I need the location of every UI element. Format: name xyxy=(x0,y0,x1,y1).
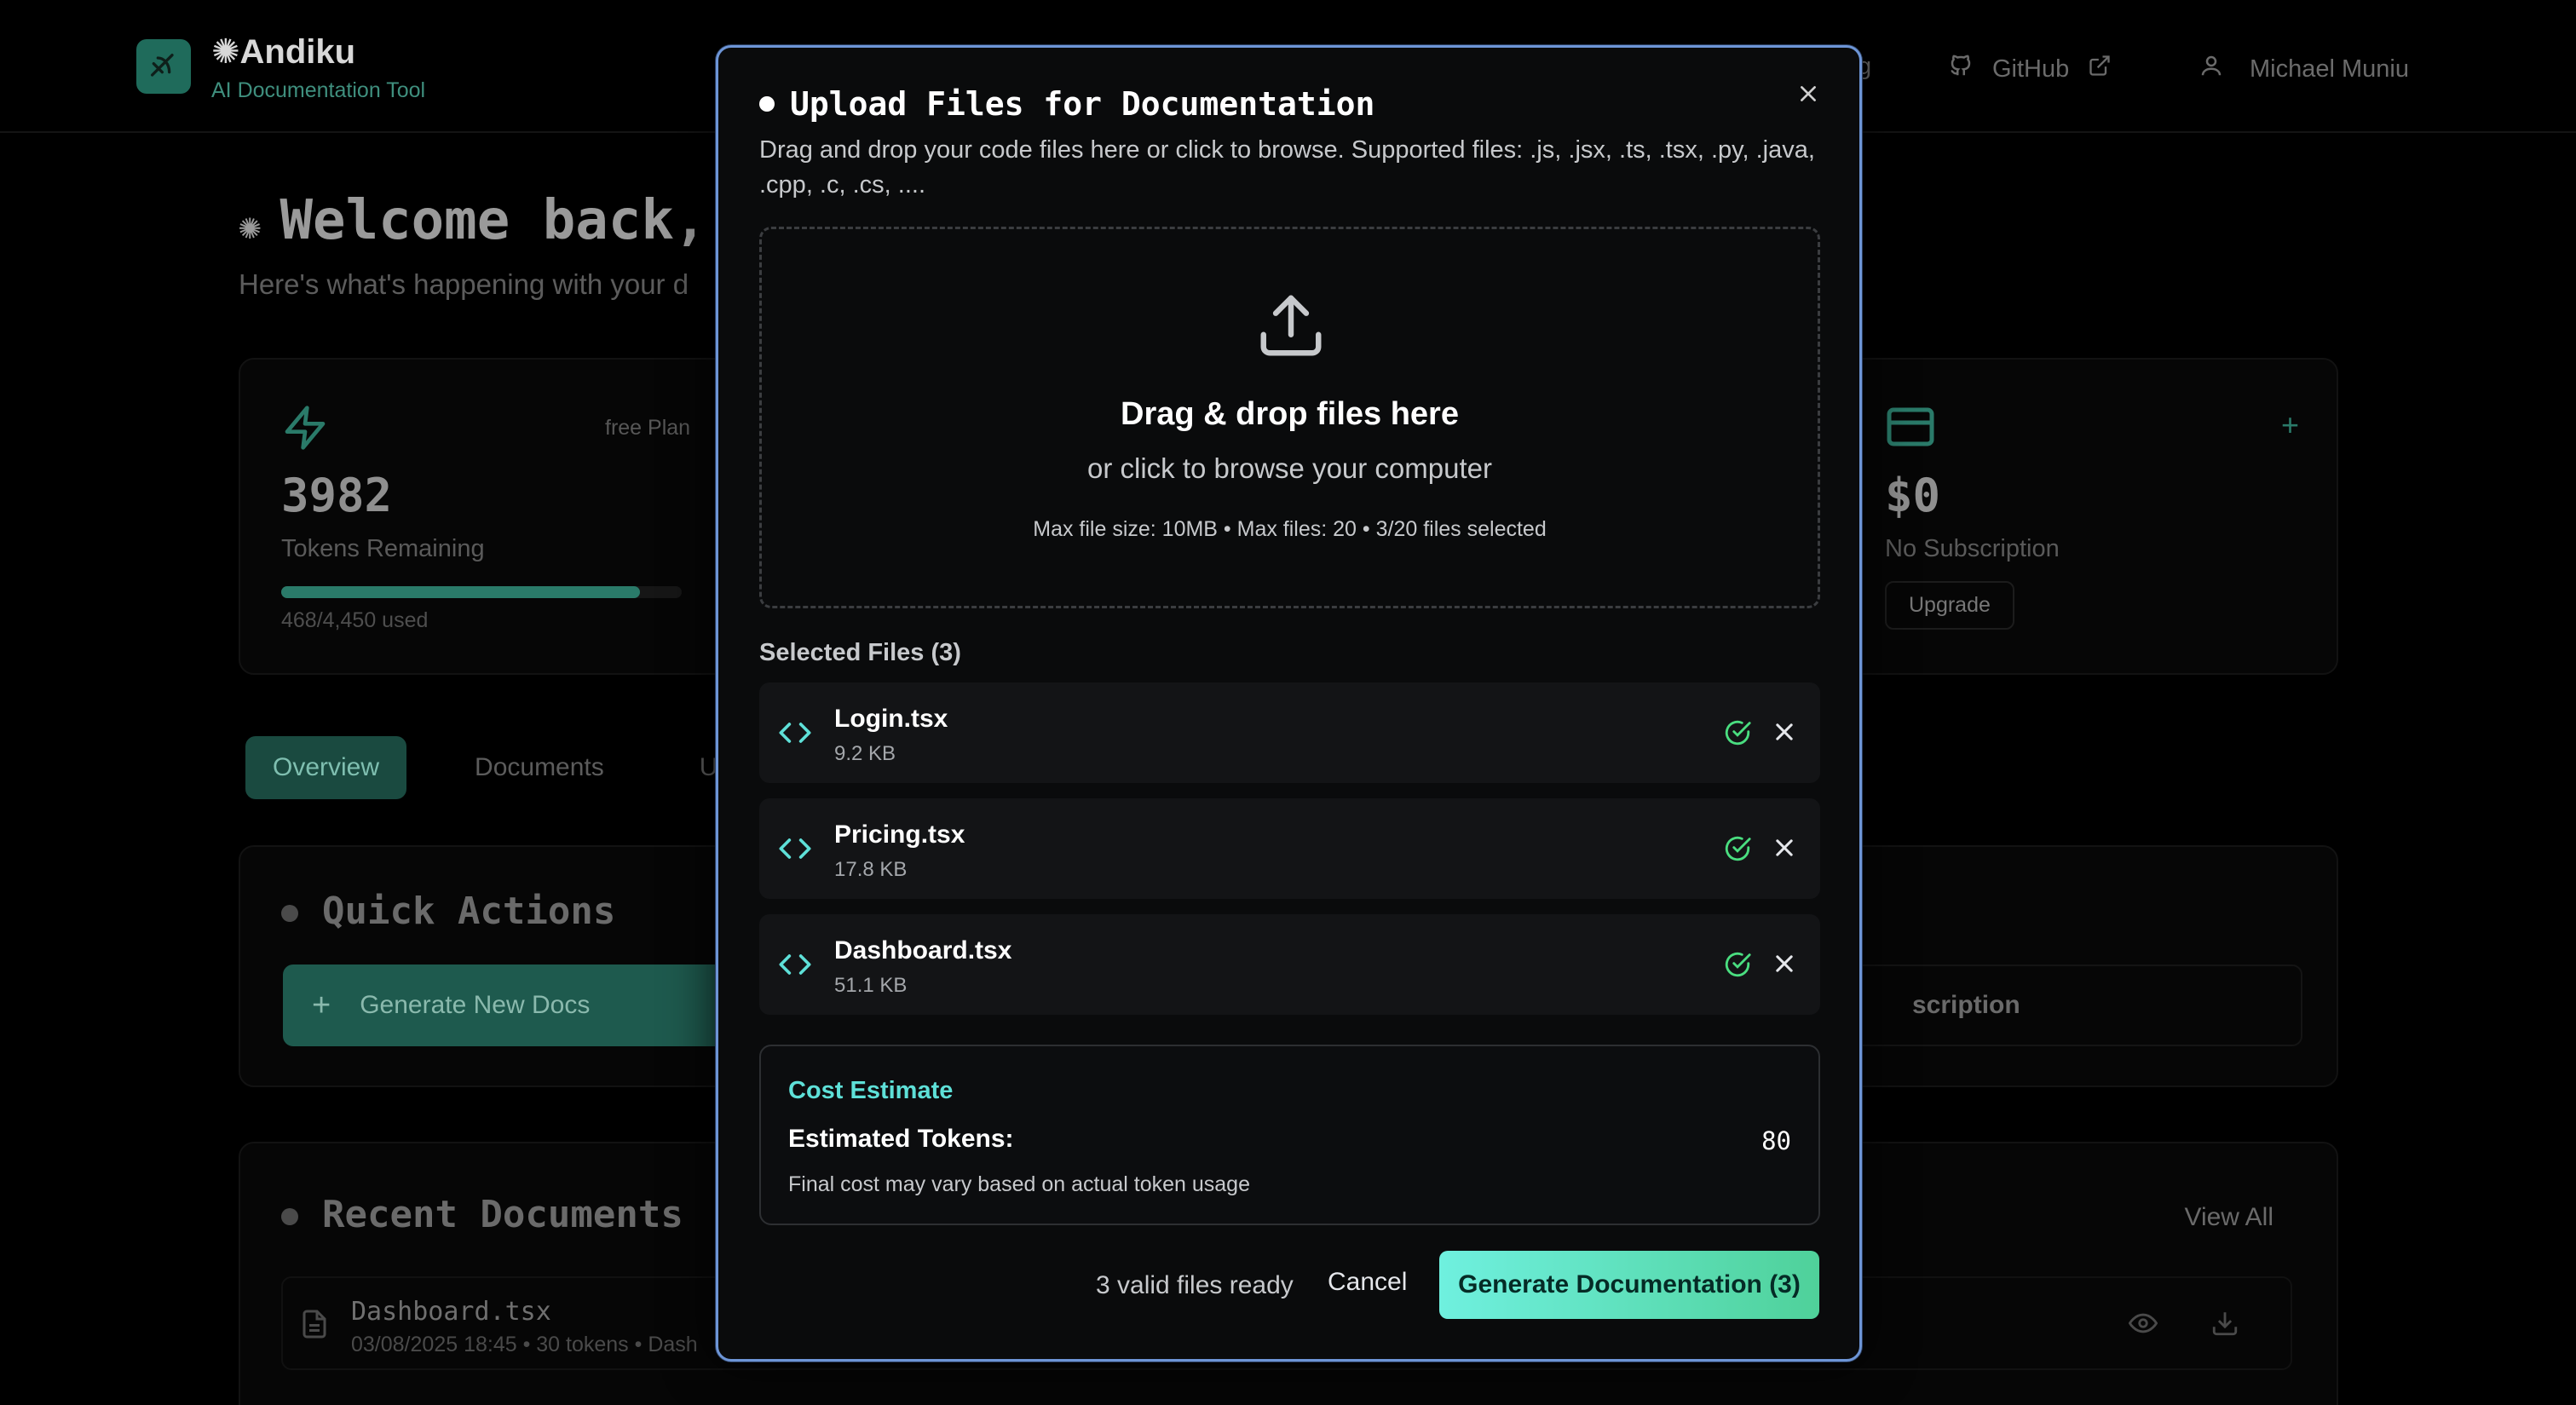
file-name: Login.tsx xyxy=(834,705,948,733)
welcome-subtitle: Here's what's happening with your d xyxy=(239,268,689,300)
modal-title: Upload Files for Documentation xyxy=(759,85,1374,123)
plan-badge: free Plan xyxy=(605,416,691,440)
recent-document-actions xyxy=(2128,1309,2239,1342)
nav-link-github[interactable]: GitHub xyxy=(1948,53,2112,85)
selected-file-row: Pricing.tsx 17.8 KB xyxy=(759,798,1820,899)
download-icon[interactable] xyxy=(2210,1309,2239,1342)
file-dropzone[interactable]: Drag & drop files here or click to brows… xyxy=(759,227,1820,608)
tab-overview[interactable]: Overview xyxy=(245,736,407,799)
file-size: 9.2 KB xyxy=(834,742,896,765)
github-icon xyxy=(1948,53,1974,85)
dropzone-title: Drag & drop files here xyxy=(1121,396,1459,432)
generate-new-docs-button[interactable]: + Generate New Docs xyxy=(283,964,777,1046)
brand-name: ✺Andiku xyxy=(211,33,356,71)
tokens-progress-fill xyxy=(281,586,640,598)
generate-documentation-button[interactable]: Generate Documentation (3) xyxy=(1439,1251,1819,1319)
generate-new-docs-label: Generate New Docs xyxy=(360,991,591,1019)
brand-subtitle: AI Documentation Tool xyxy=(211,78,426,102)
estimated-tokens-value: 80 xyxy=(1761,1126,1791,1155)
selected-file-row: Dashboard.tsx 51.1 KB xyxy=(759,914,1820,1015)
tokens-used-text: 468/4,450 used xyxy=(281,608,429,632)
sparkle-icon: ✺ xyxy=(239,204,262,248)
bullet-icon xyxy=(281,1208,298,1225)
file-name: Dashboard.tsx xyxy=(834,936,1012,964)
file-icon xyxy=(302,1309,327,1344)
recent-document-meta: 03/08/2025 18:45 • 30 tokens • Dash xyxy=(351,1333,698,1356)
remove-file-icon[interactable] xyxy=(1772,720,1796,748)
tokens-progress-bar xyxy=(281,586,682,598)
cancel-button[interactable]: Cancel xyxy=(1328,1268,1407,1297)
subscription-card: + $0 No Subscription Upgrade xyxy=(1824,358,2338,675)
dropzone-info: Max file size: 10MB • Max files: 20 • 3/… xyxy=(1033,517,1547,541)
dropzone-subtitle: or click to browse your computer xyxy=(1086,452,1492,484)
bullet-icon xyxy=(281,905,298,922)
plus-icon[interactable]: + xyxy=(2281,407,2299,443)
recent-document-name: Dashboard.tsx xyxy=(351,1297,551,1327)
subscription-action-label: scription xyxy=(1912,991,2020,1019)
user-icon xyxy=(2199,53,2224,85)
lightning-icon xyxy=(281,404,329,456)
app-logo[interactable] xyxy=(136,39,191,94)
sparkle-icon: ✺ xyxy=(211,33,240,71)
eye-icon[interactable] xyxy=(2128,1309,2158,1342)
check-circle-icon xyxy=(1723,718,1752,751)
valid-files-status: 3 valid files ready xyxy=(1096,1271,1294,1299)
nav-github-label: GitHub xyxy=(1992,55,2070,83)
external-link-icon xyxy=(2088,54,2112,84)
tab-documents[interactable]: Documents xyxy=(447,736,631,799)
upgrade-button[interactable]: Upgrade xyxy=(1885,581,2014,630)
quick-actions-title: Quick Actions xyxy=(281,890,615,933)
code-icon xyxy=(778,950,812,983)
credit-card-icon xyxy=(1885,406,1936,452)
tokens-remaining-value: 3982 xyxy=(281,469,393,522)
check-circle-icon xyxy=(1723,834,1752,867)
selected-files-heading: Selected Files (3) xyxy=(759,639,961,666)
tokens-remaining-label: Tokens Remaining xyxy=(281,535,485,562)
welcome-heading: ✺ Welcome back, xyxy=(239,189,707,252)
close-icon[interactable] xyxy=(1791,77,1825,111)
user-name: Michael Muniu xyxy=(2250,55,2409,83)
code-icon xyxy=(778,834,812,867)
code-icon xyxy=(778,718,812,751)
user-menu[interactable]: Michael Muniu xyxy=(2199,53,2409,85)
subscription-value: $0 xyxy=(1885,469,1941,522)
view-all-link[interactable]: View All xyxy=(2184,1203,2273,1232)
cost-estimate-panel: Cost Estimate Estimated Tokens: 80 Final… xyxy=(759,1045,1820,1225)
recent-documents-title: Recent Documents xyxy=(281,1193,683,1236)
subscription-action-button[interactable]: scription xyxy=(1817,964,2302,1046)
tokens-card: free Plan 3982 Tokens Remaining 468/4,45… xyxy=(239,358,750,675)
bullet-icon xyxy=(759,96,775,112)
remove-file-icon[interactable] xyxy=(1772,836,1796,864)
plus-icon: + xyxy=(312,987,331,1023)
estimated-tokens-label: Estimated Tokens: xyxy=(788,1125,1014,1153)
file-name: Pricing.tsx xyxy=(834,821,965,849)
selected-file-row: Login.tsx 9.2 KB xyxy=(759,682,1820,783)
cost-estimate-title: Cost Estimate xyxy=(788,1077,954,1104)
file-size: 51.1 KB xyxy=(834,974,908,997)
cost-estimate-note: Final cost may vary based on actual toke… xyxy=(788,1172,1250,1196)
remove-file-icon[interactable] xyxy=(1772,952,1796,980)
upload-modal: Upload Files for Documentation Drag and … xyxy=(716,45,1862,1362)
upload-icon xyxy=(1254,289,1328,366)
check-circle-icon xyxy=(1723,950,1752,983)
subscription-label: No Subscription xyxy=(1885,535,2060,562)
modal-description: Drag and drop your code files here or cl… xyxy=(759,136,1815,199)
file-size: 17.8 KB xyxy=(834,858,908,881)
